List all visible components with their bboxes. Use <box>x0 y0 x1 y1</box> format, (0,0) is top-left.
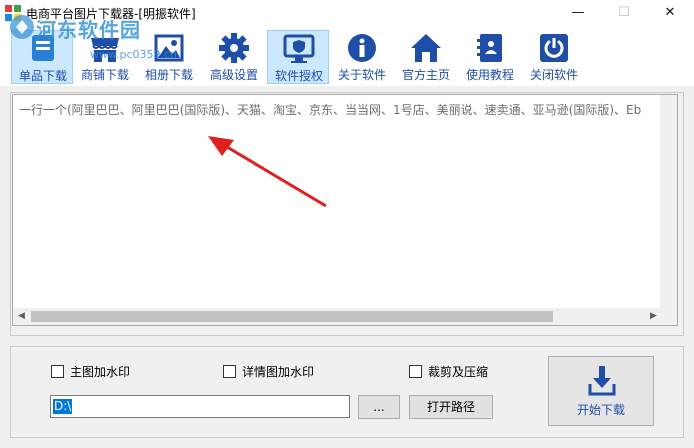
toolbar-label: 使用教程 <box>465 68 514 82</box>
download-icon <box>588 366 616 396</box>
toolbar-license[interactable]: 软件授权 <box>267 30 329 84</box>
horizontal-scroll-thumb[interactable] <box>31 311 553 322</box>
info-icon <box>348 34 376 62</box>
toolbar-label: 商铺下载 <box>80 68 129 82</box>
app-logo-icon <box>5 5 21 21</box>
shield-monitor-icon <box>283 34 315 63</box>
checkbox-label: 主图加水印 <box>70 365 131 379</box>
toolbar-close-app[interactable]: 关闭软件 <box>523 30 585 84</box>
toolbar-shop-download[interactable]: 商铺下载 <box>74 30 136 84</box>
horizontal-scrollbar[interactable]: ◀ ▶ <box>13 308 662 325</box>
toolbar-tutorial[interactable]: 使用教程 <box>459 30 521 84</box>
power-icon <box>540 34 568 62</box>
checkbox-box[interactable] <box>51 365 64 378</box>
toolbar-label: 关于软件 <box>337 68 386 82</box>
scroll-corner <box>660 308 677 325</box>
minimize-button[interactable]: — <box>556 0 600 26</box>
maximize-button[interactable]: ☐ <box>602 0 646 26</box>
toolbar-about[interactable]: 关于软件 <box>331 30 393 84</box>
toolbar-label: 关闭软件 <box>529 68 578 82</box>
gear-icon <box>219 33 249 63</box>
url-placeholder: 一行一个(阿里巴巴、阿里巴巴(国际版)、天猫、淘宝、京东、当当网、1号店、美丽说… <box>19 103 642 117</box>
checkbox-box[interactable] <box>409 365 422 378</box>
checkbox-label: 详情图加水印 <box>242 365 315 379</box>
book-icon <box>477 34 502 62</box>
toolbar-label: 官方主页 <box>401 68 450 82</box>
vertical-scrollbar[interactable] <box>660 95 677 309</box>
album-icon <box>154 34 184 62</box>
toolbar-album-download[interactable]: 相册下载 <box>138 30 200 84</box>
checkbox-label: 裁剪及压缩 <box>428 365 489 379</box>
start-download-button[interactable]: 开始下载 <box>548 356 654 426</box>
close-button[interactable]: ✕ <box>648 0 692 26</box>
save-path-input[interactable]: D:\ <box>50 395 350 418</box>
save-path-value: D:\ <box>53 399 73 414</box>
toolbar-label: 单品下载 <box>18 69 67 83</box>
toolbar-single-download[interactable]: 单品下载 <box>11 30 73 84</box>
start-download-label: 开始下载 <box>576 403 625 417</box>
scroll-left-icon[interactable]: ◀ <box>13 308 30 325</box>
open-path-button[interactable]: 打开路径 <box>409 395 493 419</box>
toolbar-label: 软件授权 <box>274 69 323 83</box>
toolbar-homepage[interactable]: 官方主页 <box>395 30 457 84</box>
toolbar-advanced-settings[interactable]: 高级设置 <box>203 30 265 84</box>
browse-button[interactable]: ... <box>358 395 400 419</box>
toolbar-label: 高级设置 <box>209 68 258 82</box>
home-icon <box>411 34 441 62</box>
toolbar-label: 相册下载 <box>144 68 193 82</box>
title-bar: 电商平台图片下载器-[明振软件] — ☐ ✕ <box>0 0 694 26</box>
checkbox-box[interactable] <box>223 365 236 378</box>
shop-icon <box>91 38 119 62</box>
blue-file-icon <box>32 35 54 61</box>
toolbar: 单品下载 商铺下载 相册下载 高级设置 软件授权 关于软件 官方主页 使用教程 … <box>0 26 694 86</box>
window-title: 电商平台图片下载器-[明振软件] <box>26 7 196 21</box>
url-textarea[interactable]: 一行一个(阿里巴巴、阿里巴巴(国际版)、天猫、淘宝、京东、当当网、1号店、美丽说… <box>12 94 678 326</box>
